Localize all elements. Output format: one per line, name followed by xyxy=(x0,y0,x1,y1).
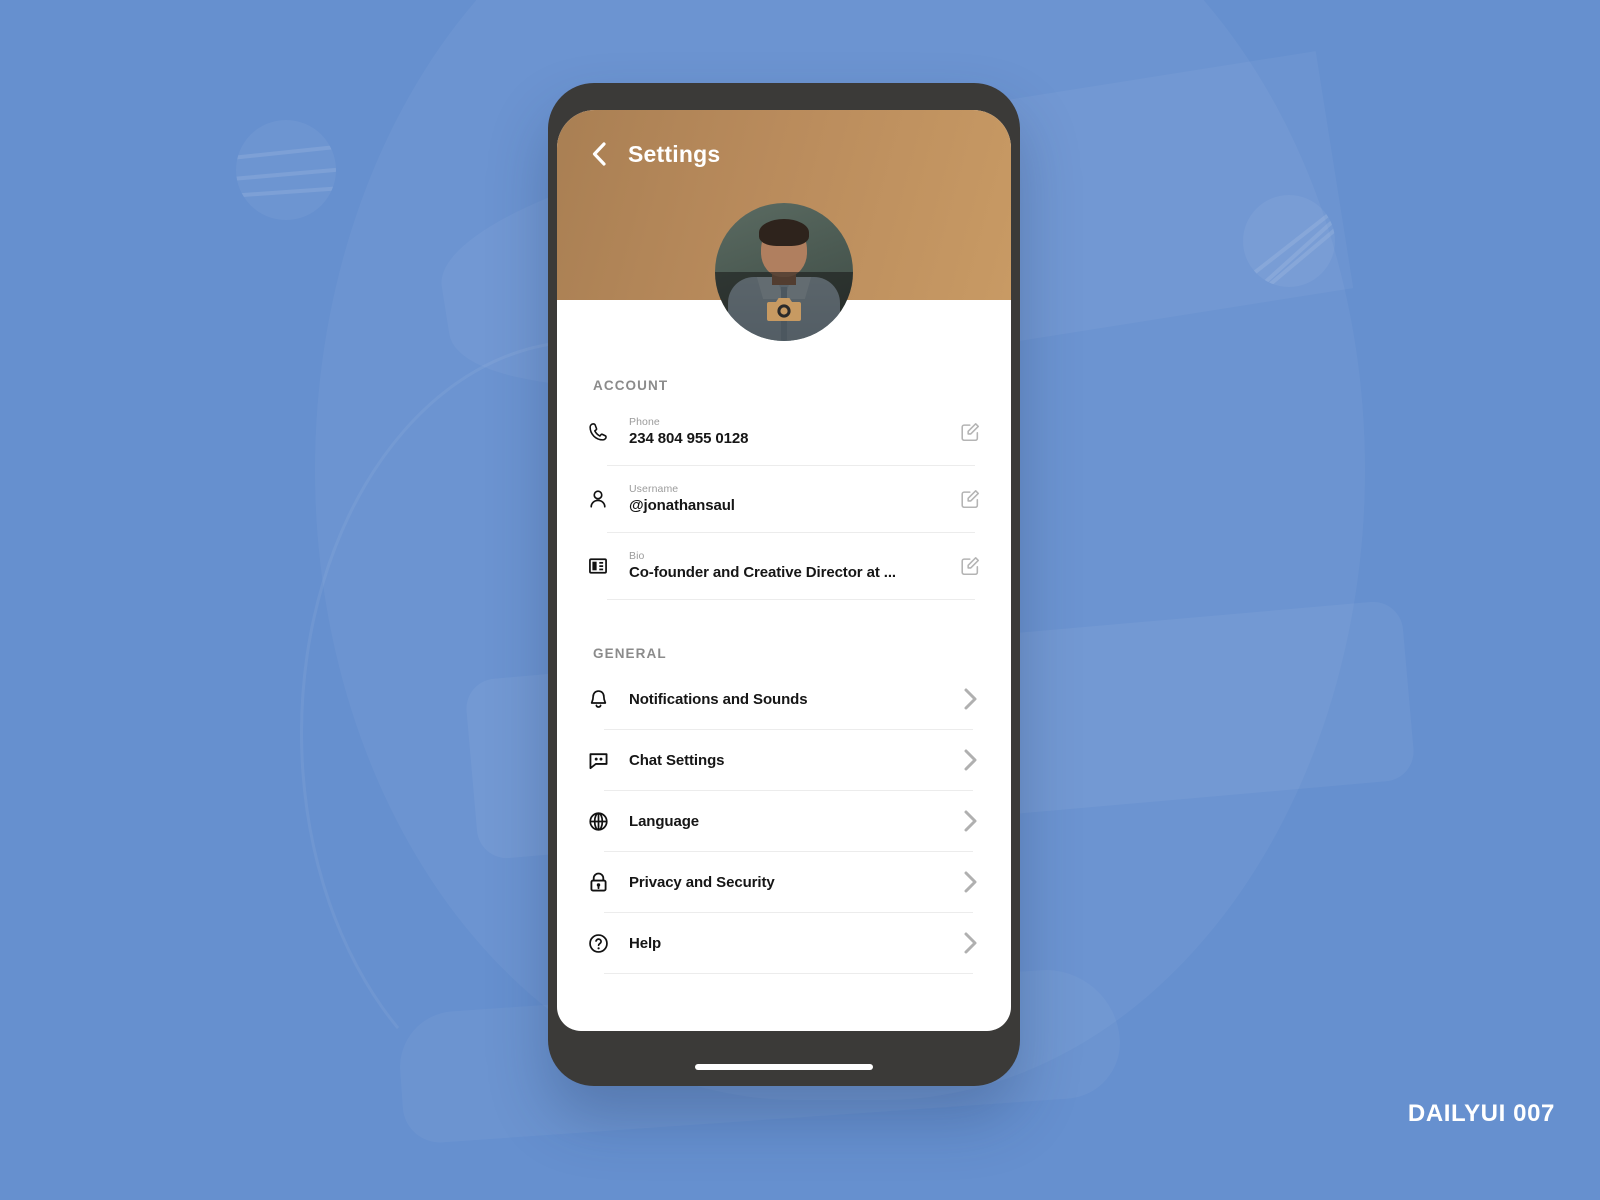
settings-content: ACCOUNT Phone 234 804 955 0128 Username … xyxy=(557,300,1011,974)
item-label: Privacy and Security xyxy=(629,873,775,891)
bell-icon-wrap xyxy=(587,688,629,711)
general-row-privacy[interactable]: Privacy and Security xyxy=(557,852,1011,912)
field-label: Phone xyxy=(629,416,660,428)
chat-bubble-icon xyxy=(589,752,608,769)
open-privacy-button[interactable] xyxy=(959,869,981,895)
open-notifications-button[interactable] xyxy=(959,686,981,712)
avatar[interactable] xyxy=(715,203,853,341)
bio-icon-wrap xyxy=(587,555,629,577)
open-language-button[interactable] xyxy=(959,808,981,834)
account-row-body: Bio Co-founder and Creative Director at … xyxy=(629,549,959,583)
account-row-body: Username @jonathansaul xyxy=(629,482,959,516)
page-title: Settings xyxy=(628,140,721,167)
user-icon-wrap xyxy=(587,488,629,510)
edit-username-button[interactable] xyxy=(959,488,981,510)
account-row-body: Phone 234 804 955 0128 xyxy=(629,415,959,449)
background-coin-left xyxy=(236,120,336,220)
edit-bio-button[interactable] xyxy=(959,555,981,577)
general-row-body: Help xyxy=(629,935,959,952)
bio-icon xyxy=(589,558,607,574)
item-label: Help xyxy=(629,934,662,952)
app-header: Settings xyxy=(557,110,1011,341)
open-chat-settings-button[interactable] xyxy=(959,747,981,773)
field-label: Bio xyxy=(629,550,645,562)
field-value: 234 804 955 0128 xyxy=(629,430,749,447)
account-row-bio[interactable]: Bio Co-founder and Creative Director at … xyxy=(557,533,1011,599)
chat-icon-wrap xyxy=(587,749,629,772)
globe-icon xyxy=(589,811,608,831)
chevron-right-icon xyxy=(964,688,977,710)
open-help-button[interactable] xyxy=(959,930,981,956)
header-row: Settings xyxy=(557,110,1011,169)
chevron-right-icon xyxy=(964,871,977,893)
general-row-notifications[interactable]: Notifications and Sounds xyxy=(557,669,1011,729)
question-circle-icon xyxy=(589,933,608,953)
general-divider-5 xyxy=(604,973,973,974)
general-row-body: Notifications and Sounds xyxy=(629,691,959,708)
general-row-language[interactable]: Language xyxy=(557,791,1011,851)
chevron-right-icon xyxy=(964,932,977,954)
general-list: Notifications and Sounds Chat Settings L… xyxy=(557,669,1011,974)
chevron-right-icon xyxy=(964,749,977,771)
help-icon-wrap xyxy=(587,932,629,955)
item-label: Chat Settings xyxy=(629,751,725,769)
back-button[interactable] xyxy=(584,139,614,169)
chevron-left-icon xyxy=(592,142,606,166)
field-label: Username xyxy=(629,483,679,495)
field-value: @jonathansaul xyxy=(629,497,735,514)
general-row-body: Language xyxy=(629,813,959,830)
watermark: DAILYUI 007 xyxy=(1407,1100,1555,1127)
phone-device: Settings ACCOUNT Phone 234 804 955 0128 … xyxy=(548,83,1020,1086)
general-row-help[interactable]: Help xyxy=(557,913,1011,973)
camera-icon[interactable] xyxy=(767,295,801,322)
background-coin-right xyxy=(1243,195,1335,287)
account-list: Phone 234 804 955 0128 Username @jonatha… xyxy=(557,399,1011,600)
general-row-body: Privacy and Security xyxy=(629,874,959,891)
phone-screen: Settings ACCOUNT Phone 234 804 955 0128 … xyxy=(557,110,1011,1031)
item-label: Notifications and Sounds xyxy=(629,690,808,708)
avatar-hair xyxy=(759,219,809,246)
field-value: Co-founder and Creative Director at ... xyxy=(629,564,896,581)
phone-icon xyxy=(589,423,607,441)
edit-pencil-icon xyxy=(961,423,980,442)
lock-icon-wrap xyxy=(587,871,629,894)
account-row-username[interactable]: Username @jonathansaul xyxy=(557,466,1011,532)
phone-icon-wrap xyxy=(587,421,629,443)
user-icon xyxy=(590,490,606,508)
bell-icon xyxy=(590,689,607,708)
account-row-phone[interactable]: Phone 234 804 955 0128 xyxy=(557,399,1011,465)
edit-pencil-icon xyxy=(961,557,980,576)
general-row-body: Chat Settings xyxy=(629,752,959,769)
chevron-right-icon xyxy=(964,810,977,832)
edit-pencil-icon xyxy=(961,490,980,509)
item-label: Language xyxy=(629,812,700,830)
edit-phone-button[interactable] xyxy=(959,421,981,443)
screenshot-root: Settings ACCOUNT Phone 234 804 955 0128 … xyxy=(0,0,1600,1200)
general-row-chat-settings[interactable]: Chat Settings xyxy=(557,730,1011,790)
section-label-general: GENERAL xyxy=(593,646,667,661)
lock-icon xyxy=(590,872,607,891)
home-indicator[interactable] xyxy=(695,1064,873,1070)
globe-icon-wrap xyxy=(587,810,629,833)
